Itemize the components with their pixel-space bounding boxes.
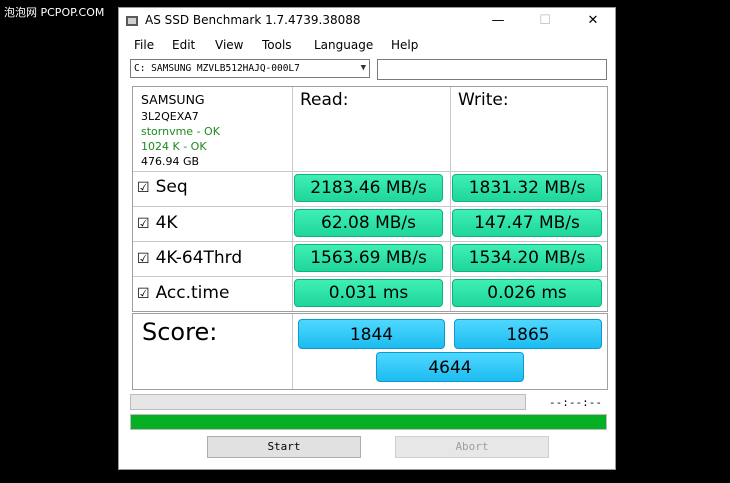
acc-write-result: 0.026 ms: [452, 279, 602, 307]
chevron-down-icon: ▼: [360, 63, 366, 73]
menu-view[interactable]: View: [215, 38, 243, 52]
drive-select[interactable]: C: SAMSUNG MZVLB512HAJQ-000L7 ▼: [130, 59, 370, 78]
row-label: Acc.time: [155, 283, 230, 303]
checkbox-acc-time[interactable]: ☑: [137, 286, 150, 302]
grid-divider: [133, 276, 607, 277]
menu-help[interactable]: Help: [391, 38, 418, 52]
drive-firmware: 3L2QEXA7: [141, 110, 199, 123]
drive-text-field[interactable]: [377, 59, 607, 80]
acc-read-result: 0.031 ms: [294, 279, 443, 307]
grid-divider: [292, 87, 293, 311]
total-score: 4644: [376, 352, 524, 382]
write-header: Write:: [458, 90, 509, 110]
checkbox-4k-64thrd[interactable]: ☑: [137, 251, 150, 267]
score-panel: Score: 1844 1865 4644: [132, 313, 608, 390]
4k64-write-result: 1534.20 MB/s: [452, 244, 602, 272]
menu-language[interactable]: Language: [314, 38, 373, 52]
alignment-status: 1024 K - OK: [141, 140, 207, 153]
row-4k-64thrd[interactable]: ☑ 4K-64Thrd: [137, 248, 242, 268]
seq-write-result: 1831.32 MB/s: [452, 174, 602, 202]
title-bar[interactable]: AS SSD Benchmark 1.7.4739.38088 — ☐ ✕: [119, 8, 615, 34]
score-label: Score:: [142, 318, 218, 346]
row-label: Seq: [155, 177, 188, 197]
4k-read-result: 62.08 MB/s: [294, 209, 443, 237]
menu-file[interactable]: File: [134, 38, 154, 52]
menu-edit[interactable]: Edit: [172, 38, 195, 52]
close-button[interactable]: ✕: [570, 8, 616, 34]
row-label: 4K: [155, 213, 178, 233]
window-title: AS SSD Benchmark 1.7.4739.38088: [145, 13, 361, 27]
drive-select-value: C: SAMSUNG MZVLB512HAJQ-000L7: [134, 63, 300, 74]
write-score: 1865: [454, 319, 602, 349]
driver-status: stornvme - OK: [141, 125, 220, 138]
grid-divider: [292, 314, 293, 389]
progress-fill: [131, 415, 606, 429]
abort-button[interactable]: Abort: [395, 436, 549, 458]
read-header: Read:: [300, 90, 349, 110]
seq-read-result: 2183.46 MB/s: [294, 174, 443, 202]
start-button[interactable]: Start: [207, 436, 361, 458]
drive-capacity: 476.94 GB: [141, 155, 200, 168]
row-label: 4K-64Thrd: [155, 248, 243, 268]
elapsed-time: --:--:--: [549, 396, 602, 409]
watermark: 泡泡网 PCPOP.COM: [4, 6, 105, 19]
menu-tools[interactable]: Tools: [262, 38, 292, 52]
results-grid: SAMSUNG 3L2QEXA7 stornvme - OK 1024 K - …: [132, 86, 608, 312]
menu-bar: File Edit View Tools Language Help: [119, 36, 615, 56]
app-icon: [126, 16, 138, 26]
checkbox-4k[interactable]: ☑: [137, 216, 150, 232]
grid-divider: [450, 87, 451, 311]
4k-write-result: 147.47 MB/s: [452, 209, 602, 237]
app-window: AS SSD Benchmark 1.7.4739.38088 — ☐ ✕ Fi…: [118, 7, 616, 470]
checkbox-seq[interactable]: ☑: [137, 180, 150, 196]
row-4k[interactable]: ☑ 4K: [137, 213, 178, 233]
test-progress-bar: [130, 394, 526, 410]
grid-divider: [133, 241, 607, 242]
grid-divider: [133, 171, 607, 172]
read-score: 1844: [298, 319, 445, 349]
row-acc-time[interactable]: ☑ Acc.time: [137, 283, 229, 303]
4k64-read-result: 1563.69 MB/s: [294, 244, 443, 272]
overall-progress-bar: [130, 414, 607, 430]
minimize-button[interactable]: —: [475, 8, 521, 34]
drive-vendor: SAMSUNG: [141, 92, 205, 107]
row-seq[interactable]: ☑ Seq: [137, 177, 188, 197]
grid-divider: [133, 206, 607, 207]
maximize-button[interactable]: ☐: [522, 8, 568, 34]
